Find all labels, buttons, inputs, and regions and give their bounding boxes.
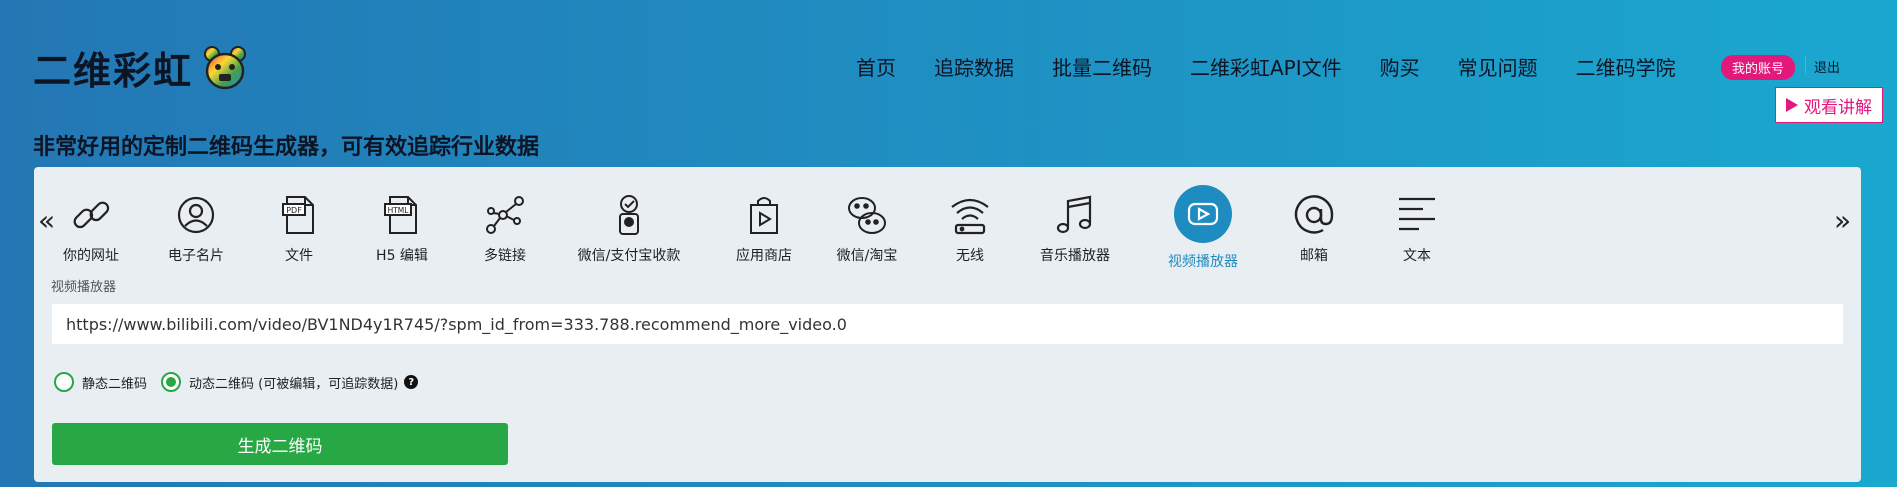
tab-h5[interactable]: HTML H5 编辑 — [347, 193, 457, 265]
my-account-button[interactable]: 我的账号 — [1721, 55, 1796, 80]
nav-api[interactable]: 二维彩虹API文件 — [1190, 52, 1342, 81]
video-icon — [1187, 202, 1219, 226]
static-qr-radio[interactable] — [54, 372, 74, 392]
watch-tutorial-label: 观看讲解 — [1804, 97, 1872, 118]
tab-label: 你的网址 — [63, 248, 119, 264]
dynamic-qr-radio[interactable] — [161, 372, 182, 392]
tab-label: 无线 — [956, 248, 984, 264]
tab-label: 多链接 — [484, 248, 526, 264]
tab-label: 微信/支付宝收款 — [577, 248, 681, 264]
divider — [1805, 56, 1806, 74]
tab-label: 文件 — [285, 248, 313, 264]
nav-home[interactable]: 首页 — [856, 52, 896, 81]
logout-link[interactable]: 退出 — [1814, 57, 1840, 76]
app-store-icon — [750, 197, 778, 234]
multi-link-icon — [486, 196, 524, 234]
qr-mode-options: 静态二维码 动态二维码 (可被编辑，可追踪数据) ? — [54, 372, 419, 392]
tab-wechat-taobao[interactable]: 微信/淘宝 — [812, 193, 922, 265]
logo-text: 二维彩虹 — [33, 49, 194, 93]
payment-icon — [619, 195, 639, 235]
wifi-icon — [951, 198, 989, 235]
tab-url[interactable]: 你的网址 — [36, 193, 146, 265]
nav-batch[interactable]: 批量二维码 — [1052, 52, 1152, 81]
rainbow-bear-logo-icon — [204, 45, 247, 89]
tab-wifi[interactable]: 无线 — [915, 193, 1025, 265]
nav-tracking[interactable]: 追踪数据 — [934, 52, 1014, 81]
tab-video[interactable]: 视频播放器 — [1148, 185, 1258, 271]
tab-label: 音乐播放器 — [1040, 248, 1110, 264]
watch-tutorial-button[interactable]: 观看讲解 — [1775, 87, 1883, 123]
tab-multi-link[interactable]: 多链接 — [450, 193, 560, 265]
tab-music[interactable]: 音乐播放器 — [1020, 193, 1130, 265]
tab-payment[interactable]: 微信/支付宝收款 — [559, 193, 699, 265]
email-icon — [1294, 195, 1334, 234]
static-qr-label: 静态二维码 — [82, 376, 148, 392]
pdf-icon: PDF — [282, 196, 314, 234]
tab-label: 电子名片 — [168, 248, 224, 264]
tab-app-store[interactable]: 应用商店 — [709, 193, 819, 265]
nav-faq[interactable]: 常见问题 — [1458, 52, 1538, 81]
svg-text:HTML: HTML — [388, 206, 410, 215]
html-icon: HTML — [384, 196, 417, 234]
tab-vcard[interactable]: 电子名片 — [141, 193, 251, 265]
user-icon — [177, 196, 215, 234]
music-icon — [1056, 195, 1092, 234]
tab-email[interactable]: 邮箱 — [1259, 193, 1369, 265]
tab-label: H5 编辑 — [376, 248, 428, 264]
generate-qr-button[interactable]: 生成二维码 — [52, 423, 508, 465]
main-nav: 首页 追踪数据 批量二维码 二维彩虹API文件 购买 常见问题 二维码学院 — [856, 52, 1714, 81]
scroll-right-icon[interactable]: » — [1834, 207, 1851, 235]
play-icon — [1786, 98, 1798, 112]
generator-panel: « » 你的网址 电子名片 PDF 文件 HTML H5 编辑 多链接 微信/支… — [34, 167, 1861, 482]
wechat-icon — [848, 197, 886, 234]
nav-buy[interactable]: 购买 — [1380, 52, 1420, 81]
tab-label: 微信/淘宝 — [836, 248, 898, 264]
tab-label: 视频播放器 — [1168, 254, 1238, 270]
tab-text[interactable]: 文本 — [1362, 193, 1472, 265]
link-icon — [73, 201, 110, 229]
nav-academy[interactable]: 二维码学院 — [1576, 52, 1676, 81]
page-tagline: 非常好用的定制二维码生成器，可有效追踪行业数据 — [33, 135, 540, 160]
tab-label: 文本 — [1403, 248, 1431, 264]
active-tab-circle — [1174, 185, 1232, 243]
tab-file[interactable]: PDF 文件 — [244, 193, 354, 265]
svg-text:PDF: PDF — [286, 206, 302, 215]
help-icon[interactable]: ? — [404, 375, 419, 389]
tab-label: 应用商店 — [736, 248, 792, 264]
dynamic-qr-label: 动态二维码 (可被编辑，可追踪数据) — [189, 376, 399, 392]
section-label: 视频播放器 — [51, 280, 117, 295]
logo[interactable]: 二维彩虹 — [33, 40, 247, 95]
tab-label: 邮箱 — [1300, 248, 1328, 264]
video-url-input[interactable] — [52, 304, 1843, 344]
text-icon — [1399, 197, 1435, 231]
